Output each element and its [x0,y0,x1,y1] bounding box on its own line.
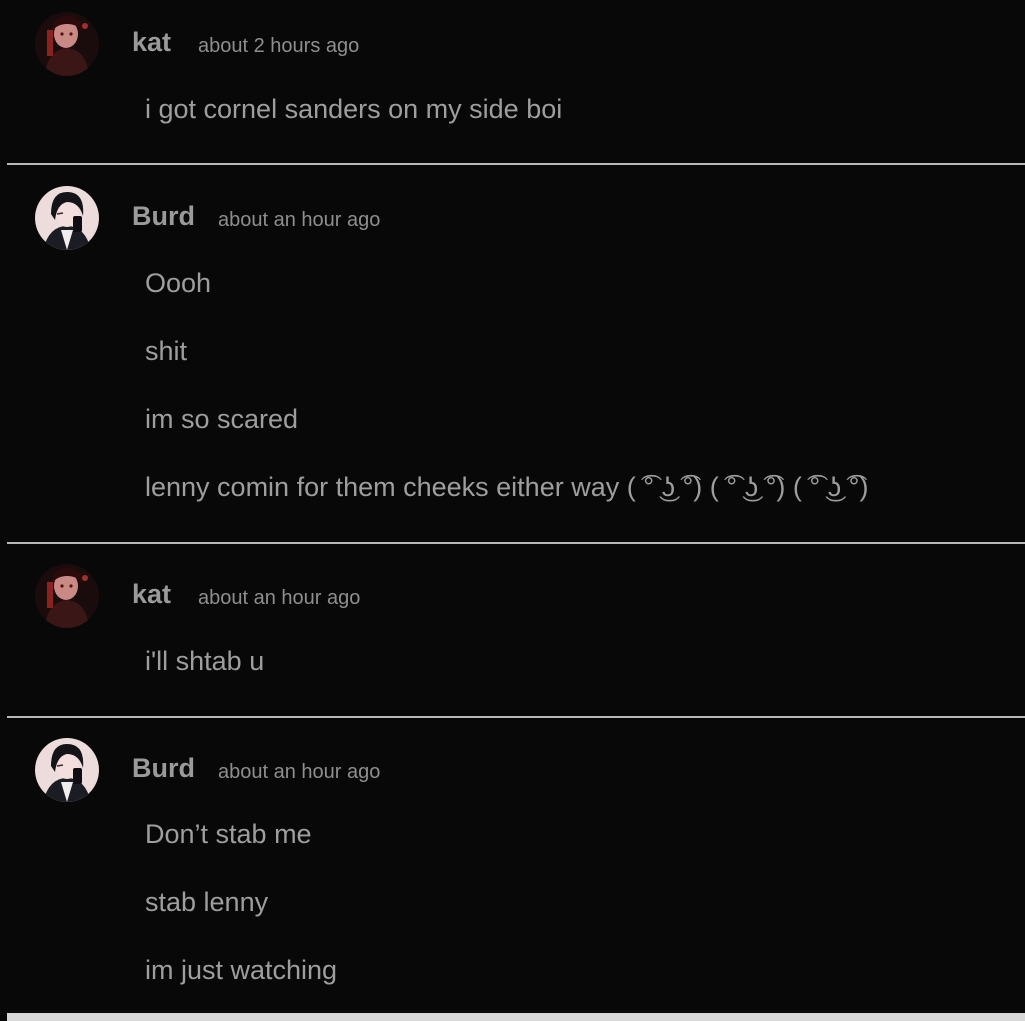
comment-text: stab lenny [145,887,269,917]
comment-author[interactable]: Burd [132,201,195,232]
comment-text: i got cornel sanders on my side boi [145,94,563,124]
comment: Burd about an hour ago Don’t stab me sta… [0,718,1025,1013]
comment-text: Don’t stab me [145,819,312,849]
comment-author[interactable]: kat [132,27,171,58]
avatar-burd[interactable] [35,738,99,802]
comment-timestamp: about an hour ago [198,587,361,609]
avatar-burd[interactable] [35,186,99,250]
comment-divider [7,1013,1025,1021]
comment-text: shit [145,336,188,366]
comment-author[interactable]: Burd [132,753,195,784]
comment-text: i'll shtab u [145,646,265,676]
comment-text: im just watching [145,955,338,985]
comment-timestamp: about an hour ago [218,761,381,783]
avatar-kat[interactable] [35,564,99,628]
comment-author[interactable]: kat [132,579,171,610]
comment-timestamp: about an hour ago [218,209,381,231]
comment-text: lenny comin for them cheeks either way (… [145,472,869,502]
comment-timestamp: about 2 hours ago [198,35,360,57]
comment: kat about 2 hours ago i got cornel sande… [0,0,1025,164]
comment: kat about an hour ago i'll shtab u [0,544,1025,716]
comment: Burd about an hour ago Oooh shit im so s… [0,165,1025,542]
comment-text: Oooh [145,268,212,298]
avatar-kat[interactable] [35,12,99,76]
comment-text: im so scared [145,404,299,434]
